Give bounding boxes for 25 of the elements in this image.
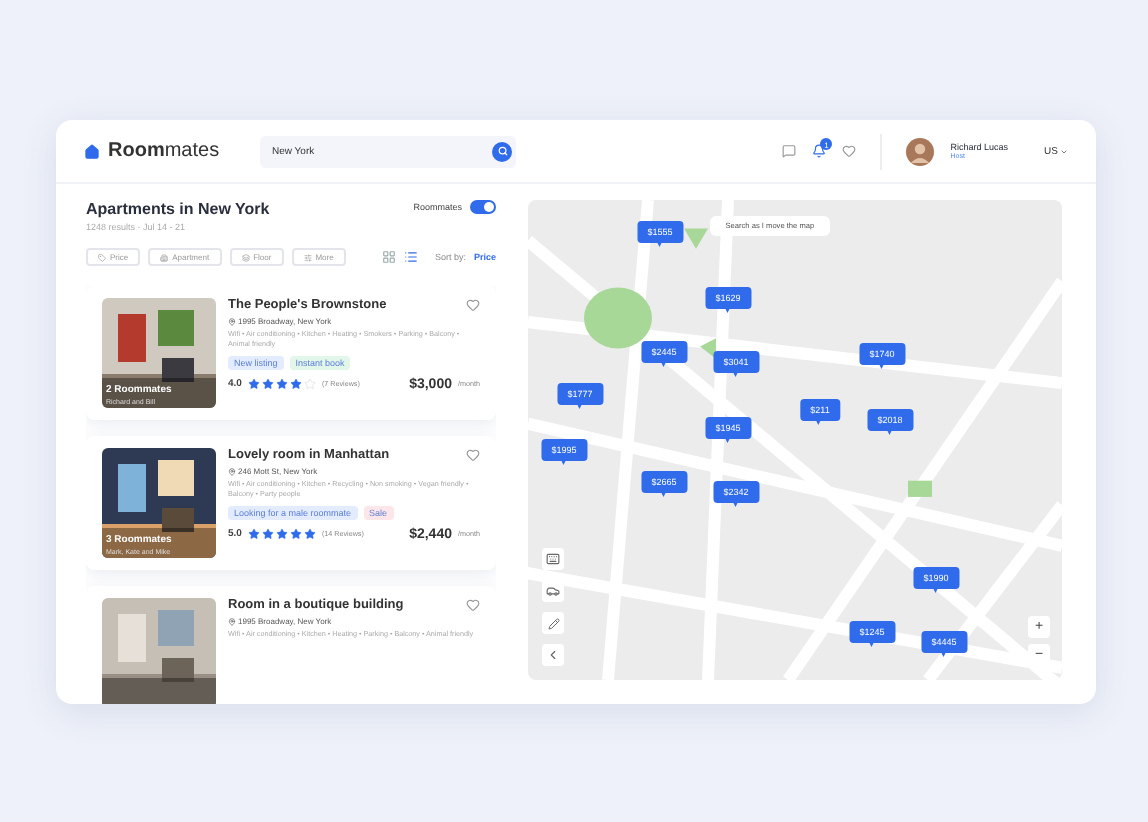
page-title: Apartments in New York <box>86 200 270 218</box>
pencil-icon[interactable] <box>542 612 564 634</box>
roommates-toggle[interactable] <box>470 200 496 214</box>
logo: Roommates <box>84 140 244 162</box>
pin-icon <box>228 467 236 475</box>
collapse-button[interactable] <box>542 644 564 666</box>
chevron-left-icon <box>546 648 560 662</box>
heart-icon[interactable] <box>466 448 480 462</box>
pin-icon <box>228 317 236 325</box>
grid-view-icon[interactable] <box>382 250 397 264</box>
heart-icon[interactable] <box>466 298 480 312</box>
search-button[interactable] <box>492 141 512 161</box>
sliders-icon <box>303 253 312 261</box>
pin-icon <box>228 617 236 625</box>
avatar[interactable] <box>906 137 935 165</box>
building-icon <box>160 253 169 261</box>
chat-icon[interactable] <box>782 144 797 158</box>
heart-icon[interactable] <box>466 598 480 612</box>
layers-icon <box>241 253 250 261</box>
heart-icon[interactable] <box>842 144 857 158</box>
list-view-icon[interactable] <box>404 250 419 264</box>
keyboard-icon[interactable] <box>542 548 564 570</box>
search-icon <box>497 146 507 156</box>
tag-icon <box>98 253 106 261</box>
car-icon[interactable] <box>542 580 564 602</box>
